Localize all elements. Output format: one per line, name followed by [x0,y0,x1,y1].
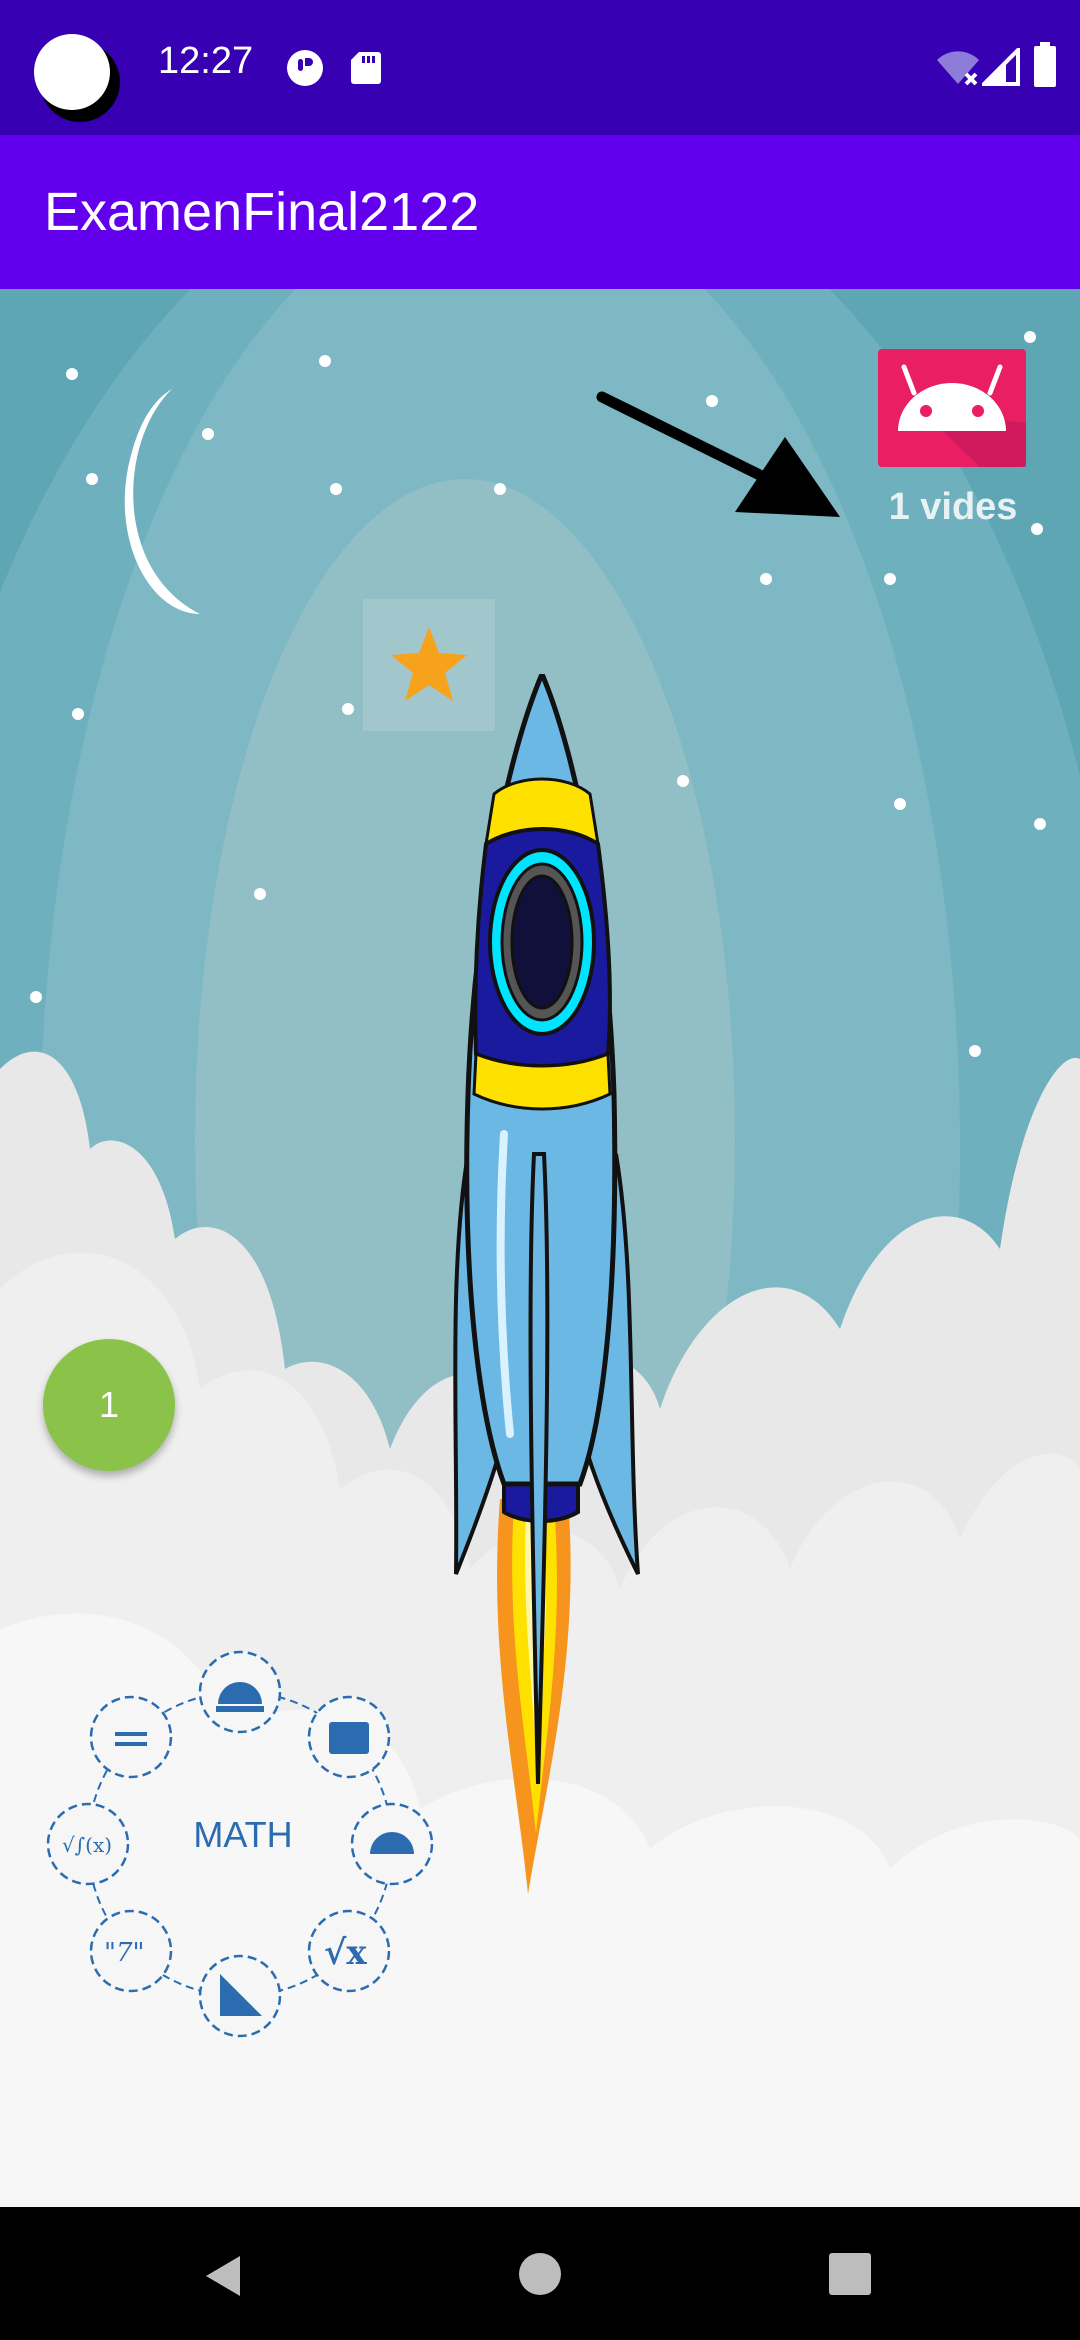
navigation-bar [0,2207,1080,2340]
lives-label: 1 vides [888,486,1018,528]
battery-icon [1034,42,1056,87]
recents-button[interactable] [829,2253,871,2295]
arrow-pointer [596,391,840,517]
status-bar: 12:27 [0,0,1080,135]
app-title: ExamenFinal2122 [44,182,480,242]
game-area[interactable]: 1 vides 1 √x "7" √∫(x) MATH [0,289,1080,2207]
svg-text:√∫(x): √∫(x) [62,1833,112,1857]
math-label: MATH [193,1814,293,1855]
svg-text:√x: √x [324,1933,367,1973]
android-lives-icon [878,349,1026,467]
sd-card-icon [351,52,381,84]
status-time: 12:27 [158,40,254,82]
media-app-icon [287,50,323,86]
counter-badge[interactable]: 1 [43,1339,175,1471]
home-button[interactable] [518,2252,562,2296]
app-bar: ExamenFinal2122 [0,135,1080,289]
back-button[interactable] [200,2252,248,2300]
cell-signal-icon [982,48,1020,86]
camera-cutout [34,34,120,122]
rocket-icon[interactable] [438,674,648,1914]
wifi-off-icon [937,51,979,86]
svg-text:"7": "7" [104,1938,144,1968]
